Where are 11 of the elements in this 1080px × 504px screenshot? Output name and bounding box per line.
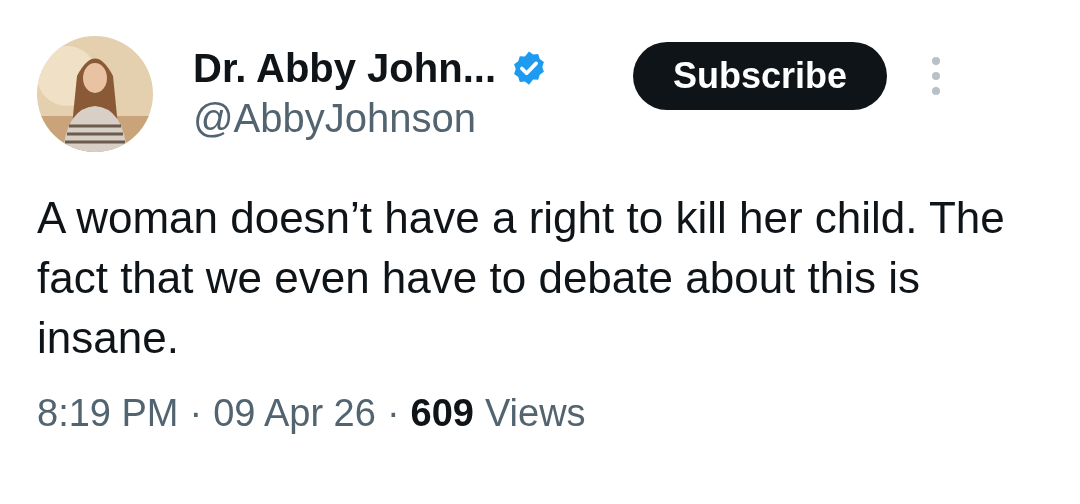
author-handle[interactable]: @AbbyJohnson — [193, 92, 633, 144]
views-count: 609 — [410, 392, 474, 435]
more-options-icon[interactable] — [931, 56, 942, 96]
separator-dot: · — [189, 392, 203, 435]
post-date[interactable]: 09 Apr 26 — [213, 392, 376, 435]
views-label: Views — [484, 392, 586, 435]
post-time[interactable]: 8:19 PM — [37, 392, 179, 435]
author-name[interactable]: Dr. Abby John... — [193, 44, 496, 92]
separator-dot: · — [386, 392, 400, 435]
post-text: A woman doesn’t have a right to kill her child. The fact that we even have to debate about this is insane. — [37, 192, 1006, 364]
subscribe-button[interactable]: Subscribe — [633, 42, 888, 110]
